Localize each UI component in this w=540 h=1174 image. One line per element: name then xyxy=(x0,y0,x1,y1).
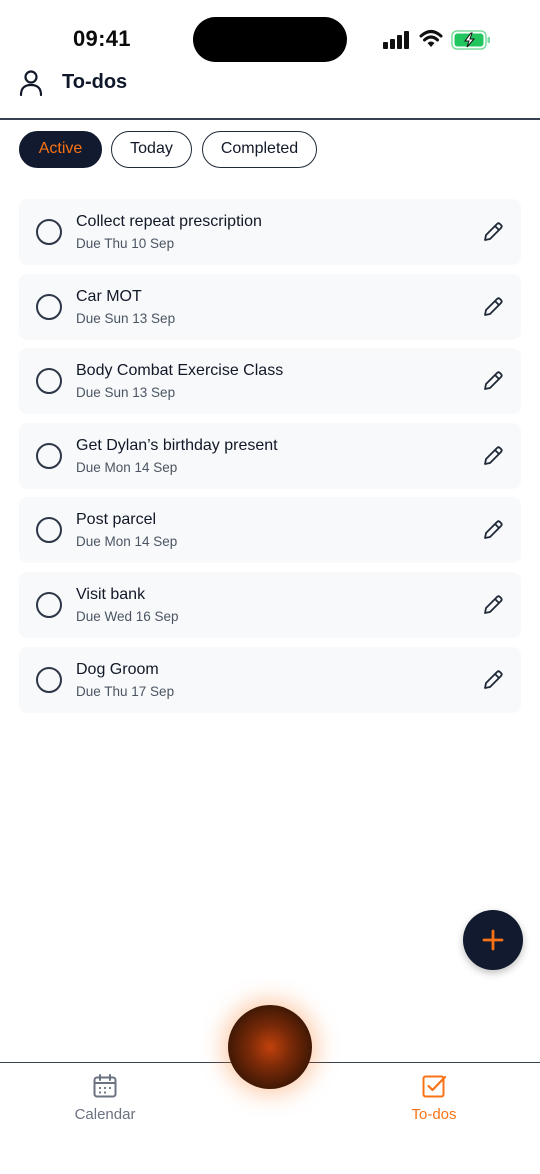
filter-chip-active[interactable]: Active xyxy=(19,131,102,168)
app-header: To-dos xyxy=(0,62,540,120)
todo-due-date: Due Thu 17 Sep xyxy=(76,684,175,699)
todo-title: Post parcel xyxy=(76,511,157,528)
todo-item[interactable]: Post parcel Due Mon 14 Sep xyxy=(19,497,521,563)
edit-pencil-icon[interactable] xyxy=(482,445,504,467)
todo-item[interactable]: Visit bank Due Wed 16 Sep xyxy=(19,572,521,638)
edit-pencil-icon[interactable] xyxy=(482,221,504,243)
todo-title: Collect repeat prescription xyxy=(76,213,262,230)
edit-pencil-icon[interactable] xyxy=(482,669,504,691)
status-time: 09:41 xyxy=(73,26,131,51)
plus-icon xyxy=(482,929,504,951)
nav-label-todos: To-dos xyxy=(411,1106,457,1123)
edit-pencil-icon[interactable] xyxy=(482,296,504,318)
todo-due-date: Due Sun 13 Sep xyxy=(76,385,176,400)
todo-title: Visit bank xyxy=(76,586,146,603)
complete-checkbox[interactable] xyxy=(36,443,62,469)
complete-checkbox[interactable] xyxy=(36,368,62,394)
nav-item-todos[interactable]: To-dos xyxy=(374,1073,494,1123)
battery-charging-icon xyxy=(451,30,490,50)
todo-due-date: Due Thu 10 Sep xyxy=(76,236,175,251)
filter-chip-completed[interactable]: Completed xyxy=(202,131,317,168)
todo-due-date: Due Wed 16 Sep xyxy=(76,609,179,624)
todo-due-date: Due Mon 14 Sep xyxy=(76,460,178,475)
complete-checkbox[interactable] xyxy=(36,592,62,618)
edit-pencil-icon[interactable] xyxy=(482,370,504,392)
calendar-icon xyxy=(93,1074,117,1098)
wifi-icon xyxy=(419,30,443,47)
nav-label-calendar: Calendar xyxy=(74,1106,136,1123)
cellular-signal-icon xyxy=(383,31,409,49)
add-todo-button[interactable] xyxy=(463,910,523,970)
todo-due-date: Due Mon 14 Sep xyxy=(76,534,178,549)
dynamic-island xyxy=(193,17,347,62)
page-title: To-dos xyxy=(62,71,128,93)
todo-item[interactable]: Collect repeat prescription Due Thu 10 S… xyxy=(19,199,521,265)
filter-chip-today[interactable]: Today xyxy=(111,131,192,168)
nav-item-calendar[interactable]: Calendar xyxy=(45,1073,165,1123)
todo-title: Get Dylan’s birthday present xyxy=(76,437,278,454)
todo-item[interactable]: Car MOT Due Sun 13 Sep xyxy=(19,274,521,340)
edit-pencil-icon[interactable] xyxy=(482,519,504,541)
assistant-orb-button[interactable] xyxy=(228,1005,312,1089)
todo-title: Dog Groom xyxy=(76,661,159,678)
person-icon[interactable] xyxy=(19,69,43,97)
complete-checkbox[interactable] xyxy=(36,294,62,320)
complete-checkbox[interactable] xyxy=(36,219,62,245)
todo-title: Body Combat Exercise Class xyxy=(76,362,284,379)
todo-item[interactable]: Get Dylan’s birthday present Due Mon 14 … xyxy=(19,423,521,489)
complete-checkbox[interactable] xyxy=(36,517,62,543)
todo-item[interactable]: Body Combat Exercise Class Due Sun 13 Se… xyxy=(19,348,521,414)
complete-checkbox[interactable] xyxy=(36,667,62,693)
checkbox-icon xyxy=(422,1075,447,1098)
todo-item[interactable]: Dog Groom Due Thu 17 Sep xyxy=(19,647,521,713)
todo-title: Car MOT xyxy=(76,288,142,305)
status-bar: 09:41 xyxy=(0,0,540,70)
todo-due-date: Due Sun 13 Sep xyxy=(76,311,176,326)
edit-pencil-icon[interactable] xyxy=(482,594,504,616)
